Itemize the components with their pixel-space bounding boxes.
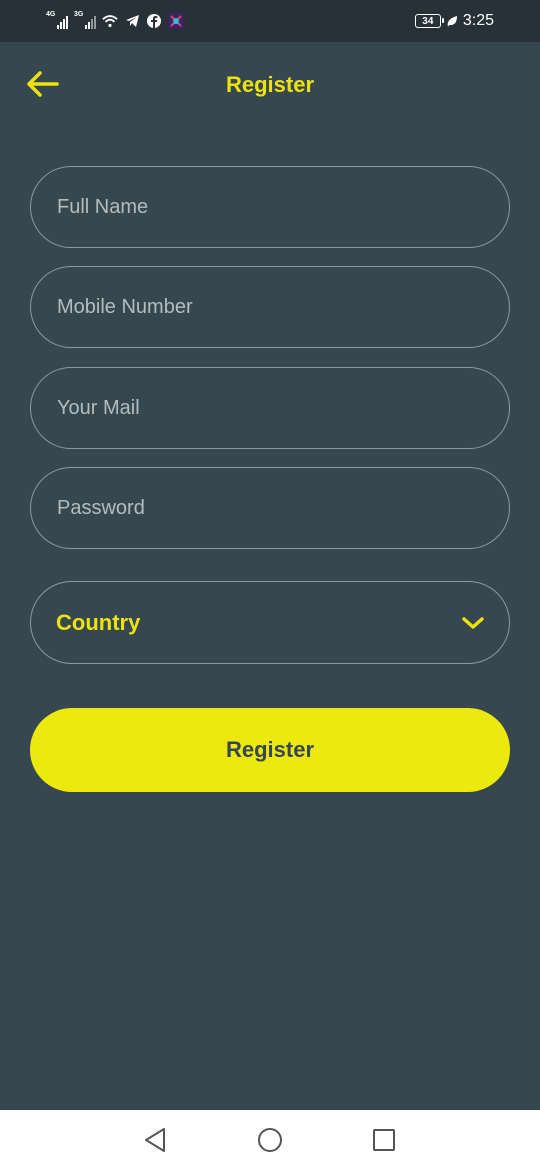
wifi-icon [102,13,118,29]
telegram-icon [124,13,140,29]
password-field[interactable] [30,467,510,549]
system-nav-bar [0,1110,540,1170]
status-icons-right: 34 3:25 [414,12,494,30]
sim2-network-type: 3G [74,11,84,18]
sim1-network-type: 4G [46,11,56,18]
clock: 3:25 [462,12,494,29]
email-field[interactable] [30,367,510,449]
chevron-down-icon [462,616,484,629]
mobile-number-input[interactable] [57,295,483,319]
nav-recents-button[interactable] [369,1125,399,1155]
status-bar: 4G 3G 34 3:25 [0,0,540,42]
password-input[interactable] [57,496,483,520]
mobile-number-field[interactable] [30,266,510,348]
full-name-field[interactable] [30,166,510,248]
register-button[interactable]: Register [30,708,510,792]
recents-square-icon [373,1129,395,1151]
country-label: Country [56,609,141,635]
back-triangle-icon [145,1128,165,1152]
app-notification-icon [168,13,184,29]
home-circle-icon [258,1128,282,1152]
sim2-signal-icon: 3G [74,11,96,29]
facebook-icon [146,13,162,29]
country-dropdown[interactable]: Country [30,581,510,664]
full-name-input[interactable] [57,195,483,219]
nav-home-button[interactable] [255,1125,285,1155]
email-input[interactable] [57,396,483,420]
battery-icon: 34 [414,14,444,28]
sim1-signal-icon: 4G [46,11,68,29]
leaf-icon [445,13,459,29]
nav-back-button[interactable] [140,1125,170,1155]
battery-level: 34 [422,15,434,27]
status-icons-left: 4G 3G [46,11,184,29]
page-title: Register [225,72,315,97]
app-bar: Register [0,42,540,128]
